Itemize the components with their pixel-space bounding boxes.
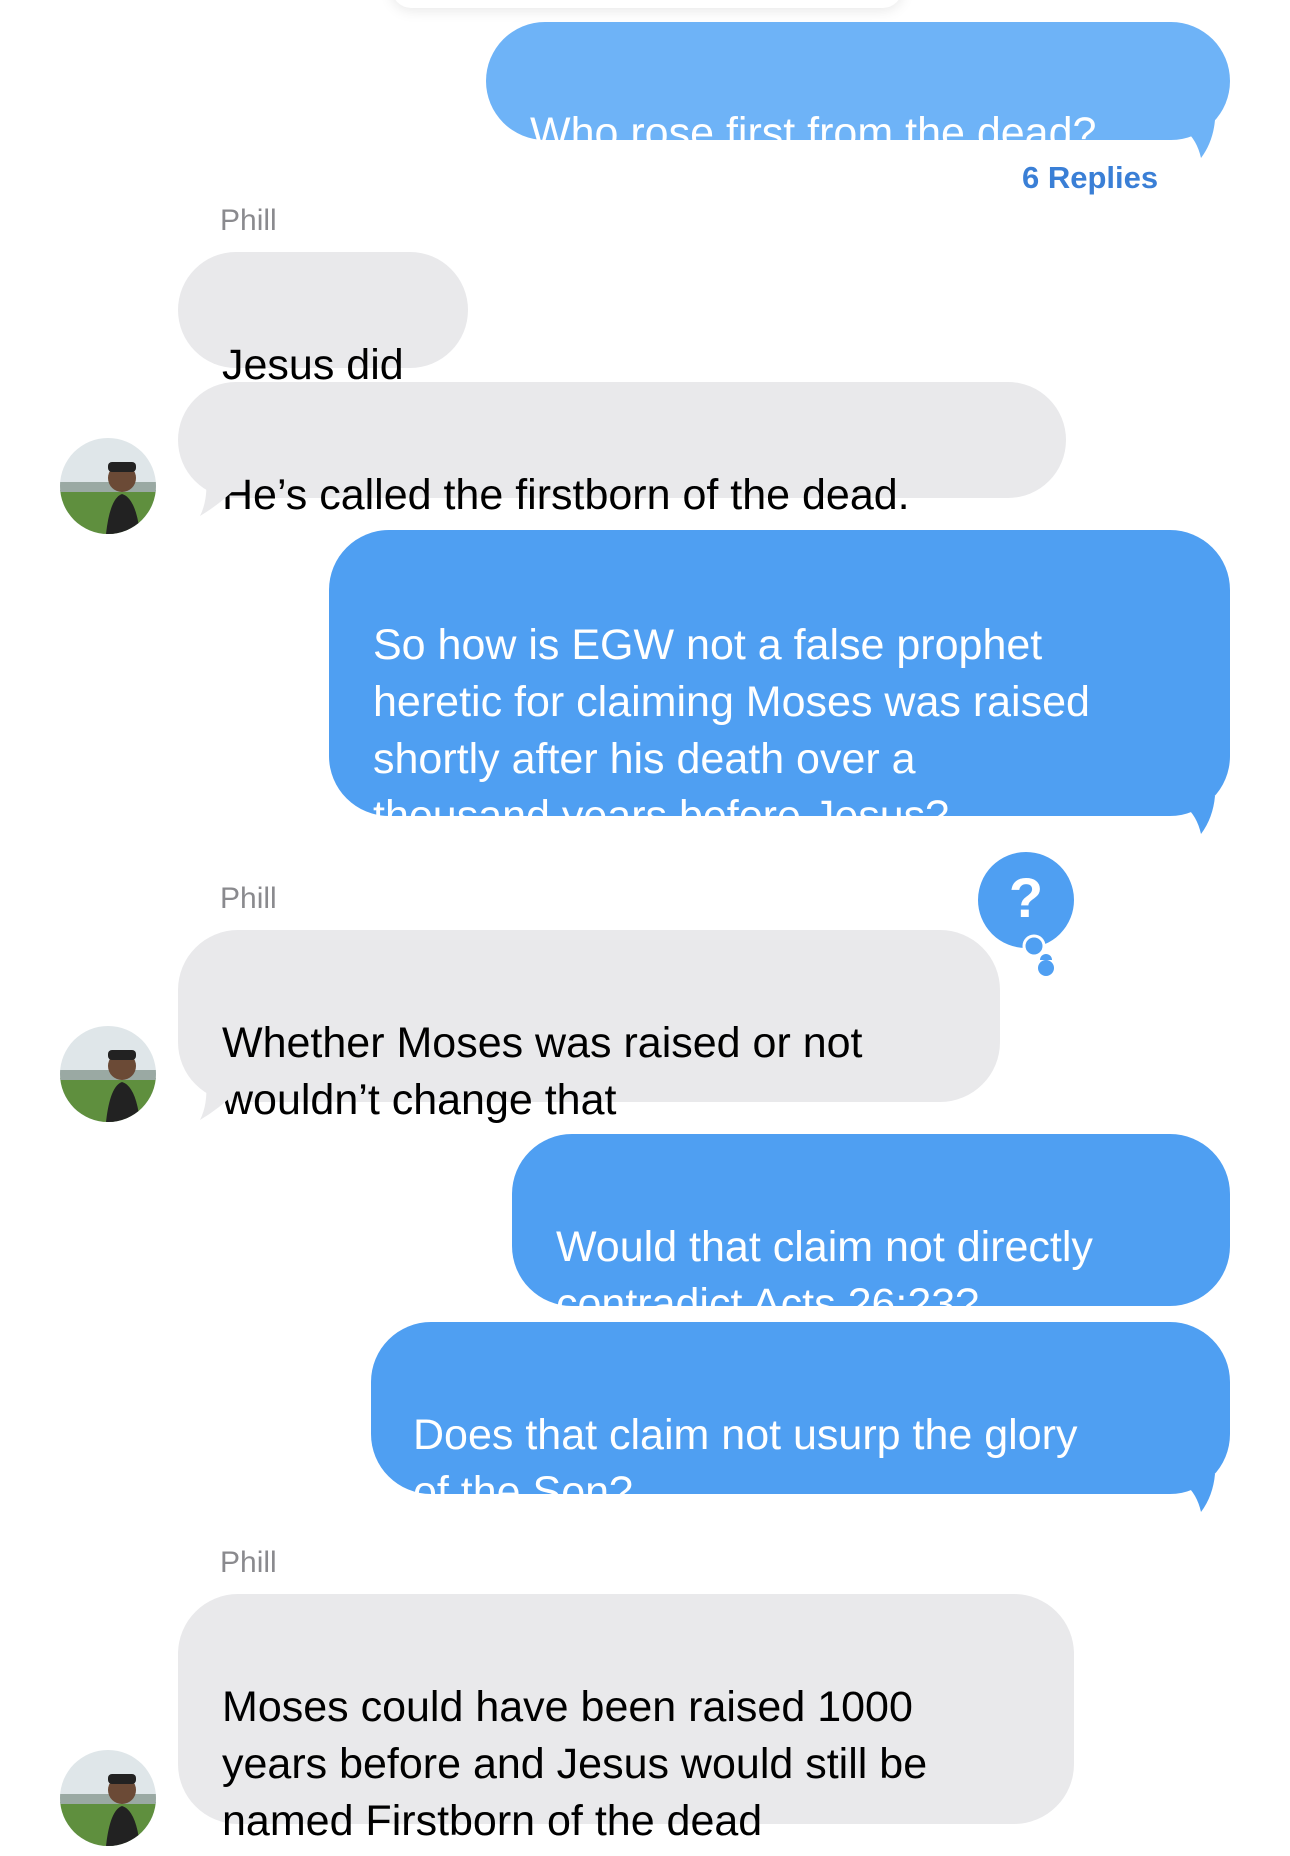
previous-message-edge (392, 0, 902, 8)
incoming-message[interactable]: He’s called the firstborn of the dead. (178, 382, 1066, 519)
message-text: So how is EGW not a false prophet hereti… (373, 621, 1090, 840)
avatar-phill[interactable] (60, 1026, 156, 1122)
avatar-phill[interactable] (60, 438, 156, 534)
incoming-message[interactable]: Moses could have been raised 1000 years … (178, 1594, 1074, 1845)
bubble-tail (1185, 796, 1215, 834)
avatar-photo (60, 1026, 156, 1122)
bubble-tail (1185, 120, 1215, 158)
outgoing-message[interactable]: Would that claim not directly contradict… (512, 1134, 1230, 1328)
outgoing-message[interactable]: Does that claim not usurp the glory of t… (371, 1322, 1230, 1516)
outgoing-message-thread-question[interactable]: Who rose first from the dead? (486, 22, 1230, 157)
message-text: He’s called the firstborn of the dead. (222, 471, 910, 519)
bubble-tail (1185, 1474, 1215, 1512)
bubble-tail (200, 1082, 236, 1120)
message-text: Does that claim not usurp the glory of t… (413, 1411, 1078, 1516)
message-text: Would that claim not directly contradict… (556, 1223, 1093, 1328)
avatar-photo (60, 1750, 156, 1846)
outgoing-message[interactable]: So how is EGW not a false prophet hereti… (329, 530, 1230, 840)
sender-name: Phill (220, 1546, 277, 1579)
bubble-tail (200, 478, 236, 516)
incoming-message[interactable]: Jesus did (178, 252, 468, 389)
sender-name: Phill (220, 882, 277, 915)
thread-replies-link[interactable]: 6 Replies (1022, 160, 1158, 196)
message-text: Whether Moses was raised or not wouldn’t… (222, 1019, 863, 1124)
message-text: Who rose first from the dead? (530, 109, 1097, 157)
avatar-phill[interactable] (60, 1750, 156, 1846)
sender-name: Phill (220, 204, 277, 237)
incoming-message[interactable]: Whether Moses was raised or not wouldn’t… (178, 930, 1000, 1124)
avatar-photo (60, 438, 156, 534)
question-tapback-icon[interactable]: ? (974, 848, 1086, 966)
message-text: Moses could have been raised 1000 years … (222, 1683, 928, 1845)
tapback-symbol: ? (1008, 866, 1044, 929)
tapback-dot (1038, 960, 1054, 976)
